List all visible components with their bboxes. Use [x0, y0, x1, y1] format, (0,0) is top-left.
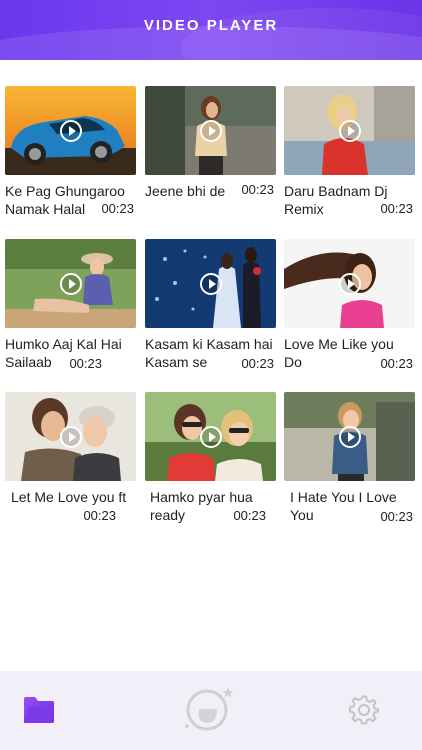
video-thumbnail[interactable] [284, 86, 415, 175]
video-duration: 00:23 [380, 201, 413, 216]
video-thumbnail[interactable] [284, 239, 415, 328]
play-icon[interactable] [59, 272, 82, 295]
gear-icon[interactable] [349, 695, 379, 725]
video-duration: 00:23 [380, 356, 413, 371]
video-thumbnail[interactable] [5, 86, 136, 175]
play-icon[interactable] [59, 425, 82, 448]
play-icon[interactable] [338, 119, 361, 142]
video-duration: 00:23 [241, 182, 274, 197]
bottom-tab-bar [0, 671, 422, 750]
video-thumbnail[interactable] [5, 239, 136, 328]
play-icon[interactable] [59, 119, 82, 142]
video-thumbnail[interactable] [5, 392, 136, 481]
app-title: VIDEO PLAYER [143, 17, 279, 34]
video-duration: 00:23 [69, 356, 102, 371]
video-duration: 00:23 [233, 508, 266, 523]
video-thumbnail[interactable] [145, 239, 276, 328]
header-wave-decoration-2 [180, 8, 422, 60]
video-duration: 00:23 [83, 508, 116, 523]
play-icon[interactable] [199, 119, 222, 142]
play-icon[interactable] [338, 272, 361, 295]
play-icon[interactable] [338, 425, 361, 448]
video-duration: 00:23 [101, 201, 134, 216]
play-icon[interactable] [199, 425, 222, 448]
video-thumbnail[interactable] [145, 392, 276, 481]
video-thumbnail[interactable] [145, 86, 276, 175]
folder-icon[interactable] [22, 695, 56, 725]
video-title: Let Me Love you ft [11, 489, 127, 505]
app-header: VIDEO PLAYER [0, 0, 422, 60]
video-thumbnail[interactable] [284, 392, 415, 481]
player-icon[interactable] [181, 683, 237, 735]
video-duration: 00:23 [241, 356, 274, 371]
play-icon[interactable] [199, 272, 222, 295]
video-duration: 00:23 [380, 509, 413, 524]
